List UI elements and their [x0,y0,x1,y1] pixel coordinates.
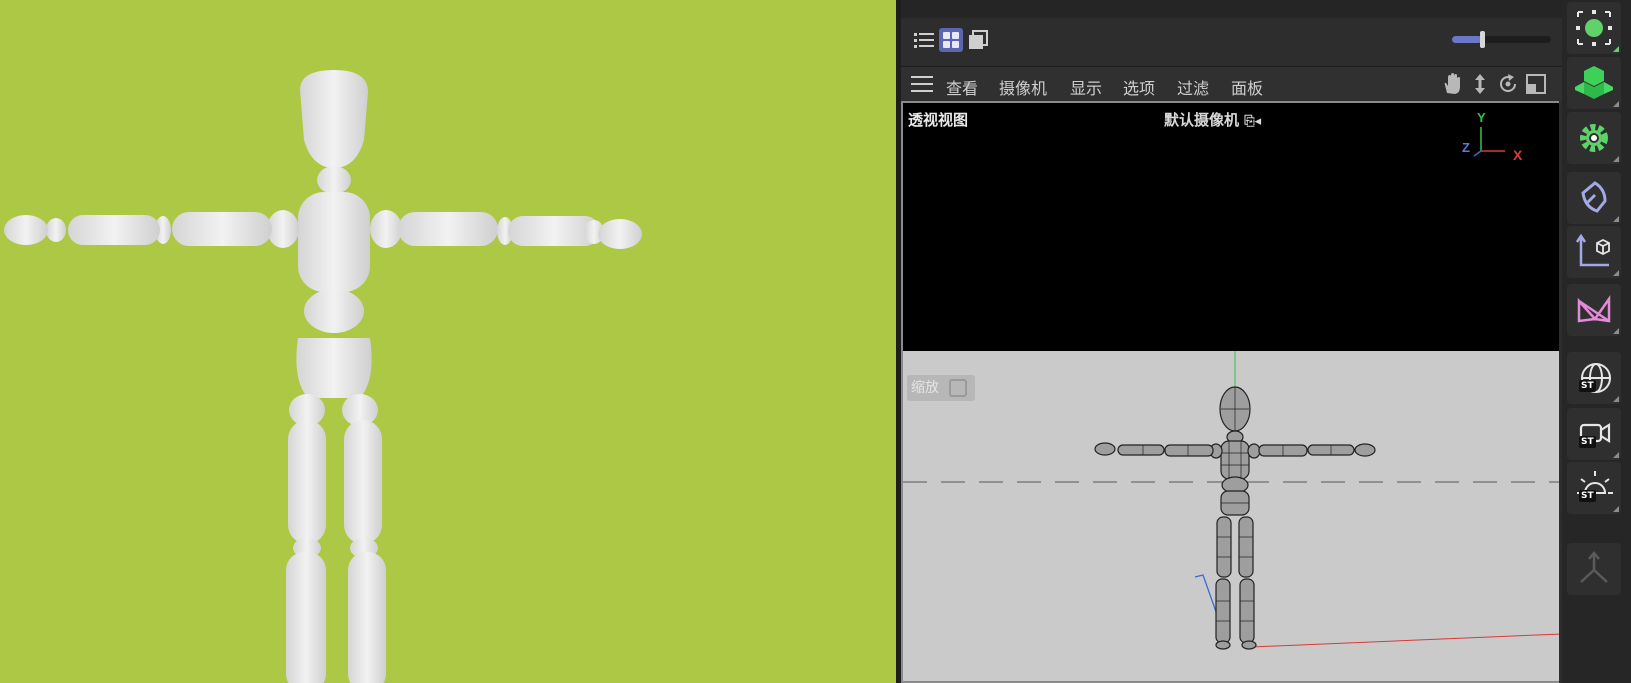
deformer-icon [1577,295,1611,323]
expand-corner [1613,156,1619,162]
single-view-button[interactable] [966,28,990,52]
sky-button[interactable]: ST [1567,352,1621,404]
expand-corner [1613,46,1619,52]
menu-filter[interactable]: 过滤 [1177,75,1209,99]
st-badge: ST [1579,380,1596,392]
expand-corner [1613,452,1619,458]
joint-button[interactable] [1567,543,1621,595]
coordinate-system-icon [1575,233,1610,267]
move-arrows-icon[interactable] [1469,73,1491,95]
coordinate-button[interactable] [1567,226,1621,278]
cube-button[interactable] [1567,57,1621,109]
menu-view[interactable]: 查看 [946,75,978,99]
st-badge: ST [1579,436,1596,448]
deformer-button[interactable] [1567,284,1621,336]
zoom-slider[interactable] [1452,31,1551,48]
menu-camera[interactable]: 摄像机 [999,75,1047,99]
view-mode-bar [901,0,1562,64]
camera-button[interactable]: ST [1567,408,1621,460]
expand-corner [1613,328,1619,334]
menu-options[interactable]: 选项 [1123,75,1155,99]
expand-corner [1613,396,1619,402]
menu-panel[interactable]: 面板 [1231,75,1263,99]
spline-pen-icon [1581,181,1607,213]
spline-button[interactable] [1567,172,1621,224]
axis-x-label: X [1513,147,1523,163]
expand-corner [1613,270,1619,276]
cube-icon [1575,66,1613,99]
single-view-icon [969,30,988,49]
pan-hand-icon[interactable] [1441,73,1463,95]
st-badge: ST [1579,490,1596,502]
null-object-button[interactable] [1567,2,1621,54]
axis-gizmo: Y Z X [1462,110,1523,163]
viewport-menubar: 查看 摄像机 显示 选项 过滤 面板 [901,66,1562,101]
gear-icon [1580,124,1608,152]
light-button[interactable]: ST [1567,462,1621,514]
zoom-slider-fill [1452,36,1482,43]
rotate-icon[interactable] [1497,73,1519,95]
viewport-panel: 查看 摄像机 显示 选项 过滤 面板 透视视图 默认摄像机 ⎘◂ Y Z X 缩… [901,0,1562,683]
perspective-viewport[interactable]: 透视视图 默认摄像机 ⎘◂ Y Z X 缩放 [901,101,1559,683]
render-preview [0,0,896,683]
camera-label[interactable]: 默认摄像机 ⎘◂ [1164,109,1261,130]
maximize-view-icon[interactable] [1525,73,1547,95]
view-name-label: 透视视图 [908,111,969,129]
wireframe-scene [903,351,1559,650]
null-object-icon [1576,10,1612,46]
list-icon [914,33,934,48]
axis-z-label: Z [1462,140,1470,155]
expand-corner [1613,101,1619,107]
joint-icon [1580,551,1608,583]
menu-display[interactable]: 显示 [1070,75,1102,99]
grid-view-button[interactable] [939,28,963,52]
mannequin-render [4,70,642,683]
expand-corner [1613,506,1619,512]
camera-link-icon: ⎘◂ [1244,114,1262,129]
zoom-slider-handle[interactable] [1479,31,1485,48]
expand-corner [1613,216,1619,222]
grid-icon [943,32,959,48]
hamburger-menu-icon[interactable] [911,75,933,93]
axis-y-label: Y [1477,110,1486,125]
object-toolbar: ST ST ST [1562,0,1631,683]
generator-button[interactable] [1567,112,1621,164]
list-view-button[interactable] [912,28,936,52]
